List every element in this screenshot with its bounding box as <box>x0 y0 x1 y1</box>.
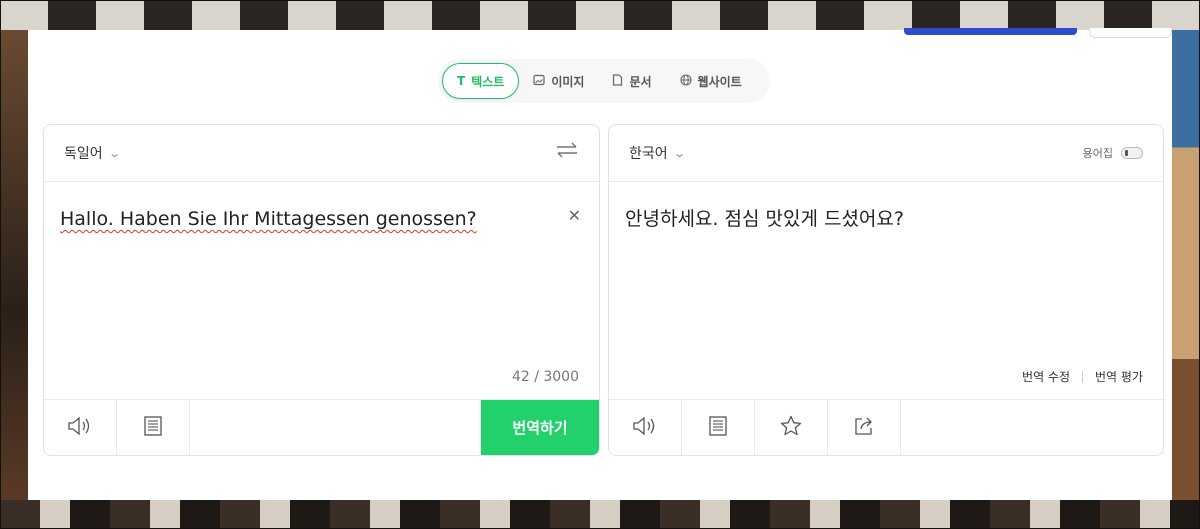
document-icon <box>612 74 623 88</box>
swap-languages-icon[interactable] <box>555 140 579 166</box>
background-top <box>0 0 1200 30</box>
translate-button[interactable]: 번역하기 <box>481 400 599 455</box>
target-language-select[interactable]: 한국어 ⌄ <box>629 143 686 163</box>
char-count: 42 / 3000 <box>511 369 579 385</box>
source-header: 독일어 ⌄ <box>44 125 599 182</box>
close-icon[interactable]: ✕ <box>568 206 581 225</box>
top-right-control[interactable] <box>1089 28 1172 38</box>
tab-label: 웹사이트 <box>697 74 742 89</box>
tab-website[interactable]: 웹사이트 <box>666 63 756 99</box>
translation-output: 안녕하세요. 점심 맛있게 드셨어요? <box>625 208 904 230</box>
chevron-down-icon: ⌄ <box>107 146 121 160</box>
feedback-links: 번역 수정 번역 평가 <box>1022 368 1143 385</box>
target-body: 안녕하세요. 점심 맛있게 드셨어요? 번역 수정 번역 평가 <box>609 182 1163 399</box>
dictionary-button[interactable] <box>117 400 190 455</box>
share-button[interactable] <box>828 400 901 455</box>
globe-icon <box>679 74 692 88</box>
speaker-button[interactable] <box>609 400 682 455</box>
tab-label: 문서 <box>629 74 652 89</box>
source-language-select[interactable]: 독일어 ⌄ <box>64 143 121 163</box>
source-body[interactable]: Hallo. Haben Sie Ihr Mittagessen genosse… <box>44 182 599 399</box>
target-header: 한국어 ⌄ 용어집 <box>609 125 1163 182</box>
background-right <box>1172 30 1200 500</box>
speaker-icon <box>632 415 658 441</box>
top-action-button[interactable] <box>904 28 1077 35</box>
tab-image[interactable]: 이미지 <box>519 63 598 99</box>
mode-tabs: T 텍스트 이미지 문서 웹사이트 <box>438 59 770 103</box>
glossary-label: 용어집 <box>1082 147 1113 160</box>
image-icon <box>533 74 545 88</box>
glossary-toggle[interactable]: 용어집 <box>1083 145 1143 161</box>
target-language-label: 한국어 <box>629 146 668 162</box>
tab-text[interactable]: T 텍스트 <box>442 63 520 99</box>
tab-document[interactable]: 문서 <box>598 63 665 99</box>
tab-label: 텍스트 <box>471 74 505 89</box>
share-icon <box>853 415 875 441</box>
speaker-icon <box>67 415 93 441</box>
toggle-switch[interactable] <box>1121 147 1143 159</box>
source-box: 독일어 ⌄ Hallo. Haben Sie Ihr Mittagessen g… <box>43 124 600 456</box>
speaker-button[interactable] <box>44 400 117 455</box>
source-footer: 번역하기 <box>44 399 599 455</box>
text-icon: T <box>457 74 466 88</box>
rate-translation-link[interactable]: 번역 평가 <box>1095 368 1143 385</box>
book-icon <box>142 415 164 441</box>
target-box: 한국어 ⌄ 용어집 안녕하세요. 점심 맛있게 드셨어요? 번역 수정 번역 평… <box>608 124 1164 456</box>
favorite-button[interactable] <box>755 400 828 455</box>
source-input[interactable]: Hallo. Haben Sie Ihr Mittagessen genosse… <box>60 206 583 232</box>
background-bottom <box>0 500 1200 529</box>
target-footer <box>609 399 1163 455</box>
star-icon <box>779 414 803 442</box>
chevron-down-icon: ⌄ <box>672 146 686 160</box>
dictionary-button[interactable] <box>682 400 755 455</box>
source-language-label: 독일어 <box>64 146 103 162</box>
edit-translation-link[interactable]: 번역 수정 <box>1022 368 1070 385</box>
background-left <box>0 30 28 500</box>
tab-label: 이미지 <box>551 74 585 89</box>
translator-panel: T 텍스트 이미지 문서 웹사이트 독일어 ⌄ Hallo. Haben Sie… <box>28 28 1172 500</box>
book-icon <box>707 415 729 441</box>
divider <box>1082 370 1084 383</box>
